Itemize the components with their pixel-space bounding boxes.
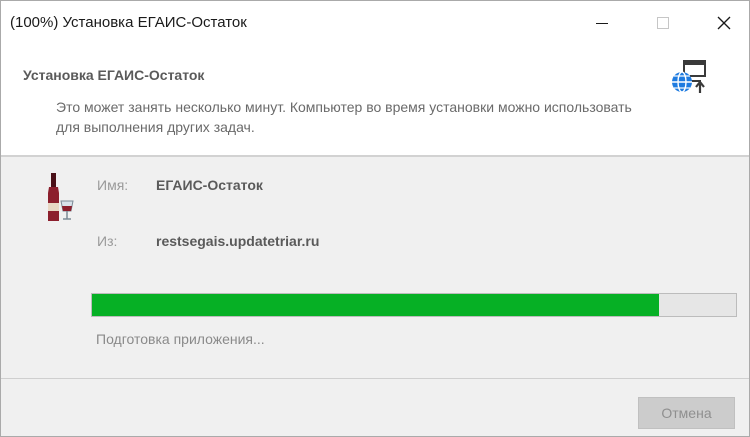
app-name-label: Имя:	[97, 177, 129, 193]
install-progress-bar	[91, 293, 737, 317]
header-panel: Установка ЕГАИС-Остаток Это может занять…	[1, 45, 749, 155]
minimize-icon	[596, 23, 608, 24]
app-name-value: ЕГАИС-Остаток	[156, 177, 263, 193]
footer-separator	[1, 378, 749, 379]
maximize-icon	[657, 17, 669, 29]
header-title: Установка ЕГАИС-Остаток	[23, 67, 205, 83]
header-description: Это может занять несколько минут. Компью…	[56, 99, 632, 135]
install-dialog: (100%) Установка ЕГАИС-Остаток Установка…	[0, 0, 750, 437]
progress-status: Подготовка приложения...	[96, 331, 265, 347]
progress-fill	[92, 294, 659, 316]
header-separator	[1, 155, 749, 157]
close-button[interactable]	[701, 1, 747, 45]
web-install-icon	[672, 60, 706, 93]
app-source-value: restsegais.updatetriar.ru	[156, 233, 320, 249]
close-icon	[717, 16, 731, 30]
minimize-button[interactable]	[579, 1, 625, 45]
window-title: (100%) Установка ЕГАИС-Остаток	[10, 14, 247, 31]
cancel-button[interactable]: Отмена	[638, 397, 735, 429]
title-bar: (100%) Установка ЕГАИС-Остаток	[1, 1, 749, 45]
app-source-label: Из:	[97, 233, 118, 249]
maximize-button	[641, 1, 687, 45]
wine-bottle-icon	[48, 173, 74, 221]
